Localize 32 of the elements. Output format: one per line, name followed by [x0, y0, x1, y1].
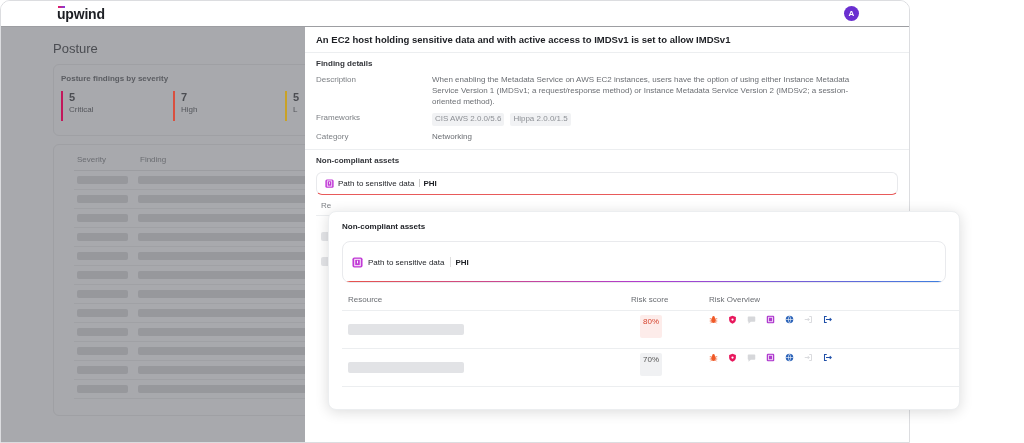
field-label: Frameworks [316, 113, 361, 125]
field-label: Description [316, 75, 357, 86]
card-title: Non-compliant assets [342, 222, 427, 231]
severity-count: 7 [181, 91, 189, 103]
severity-label: Critical [69, 105, 94, 114]
path-label: Path to sensitive data [338, 179, 415, 188]
risk-score-badge: 70% [640, 353, 662, 376]
framework-tag: Hippa 2.0.0/1.5 [510, 113, 571, 127]
severity-count: 5 [293, 91, 300, 103]
risk-score-badge: 80% [640, 315, 662, 338]
category-value: Networking [432, 132, 473, 143]
card-title: Posture findings by severity [61, 74, 170, 83]
section-heading: Non-compliant assets [316, 156, 401, 165]
column-header: Resource [348, 295, 384, 304]
page-title: Posture [53, 41, 99, 56]
section-heading: Finding details [316, 59, 374, 68]
path-value: PHI [455, 257, 469, 267]
severity-label: L [293, 105, 299, 114]
path-value: PHI [423, 179, 437, 188]
logo[interactable]: upwind [57, 5, 105, 22]
user-avatar[interactable]: A [844, 6, 859, 21]
description-text: When enabling the Metadata Service on AWS EC2 instances, users have the option of using either Instance Metadata Service Version 1 (IMDSv1; a request/response method) or Instance Metadata Service Version 2 (IMDSv2; a session-oriented method). [432, 75, 851, 108]
column-header: Risk score [631, 295, 670, 304]
path-label: Path to sensitive data [368, 257, 445, 267]
data-path-icon [325, 179, 334, 188]
field-label: Category [316, 132, 350, 143]
column-header: Risk Overview [709, 295, 762, 304]
data-path-icon [352, 256, 363, 268]
severity-label: High [181, 105, 198, 114]
severity-count: 5 [69, 91, 77, 103]
framework-tag: CIS AWS 2.0.0/5.6 [432, 113, 505, 127]
drawer-title: An EC2 host holding sensitive data and with active access to IMDSv1 is set to allow IMDSv1 [305, 27, 909, 53]
